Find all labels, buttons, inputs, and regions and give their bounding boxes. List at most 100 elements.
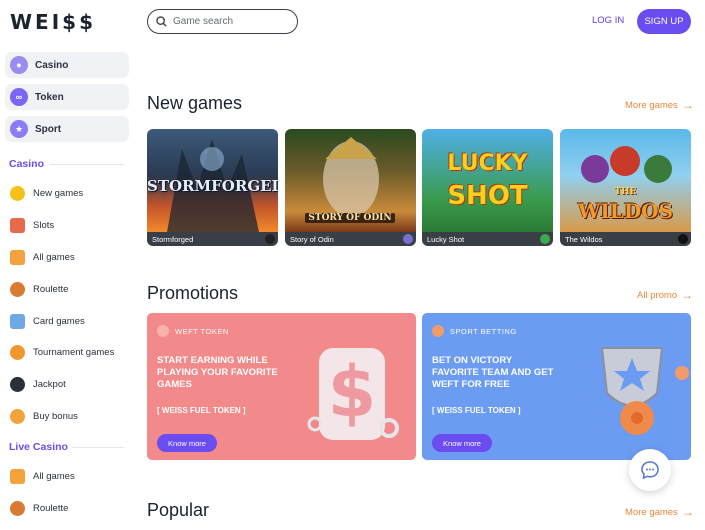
- game-art-title: LUCKY: [447, 151, 528, 176]
- promo-tag-label: WEFT TOKEN: [175, 326, 229, 336]
- game-card-stormforged[interactable]: STORMFORGED Stormforged: [147, 129, 278, 246]
- game-name: Story of Odin: [290, 234, 334, 244]
- menu-card-games[interactable]: Card games: [10, 305, 130, 337]
- popular-more-games-link[interactable]: More games →: [625, 505, 694, 519]
- nav-sport[interactable]: ★ Sport: [5, 116, 129, 142]
- casino-menu: New games Slots All games Roulette Card …: [10, 178, 130, 432]
- nav-casino-label: Casino: [35, 59, 69, 71]
- new-badge-icon: [10, 186, 25, 202]
- chat-bubble-icon: [641, 461, 659, 480]
- tournament-icon: [10, 345, 25, 361]
- provider-icon: [540, 234, 550, 244]
- game-card-the-wildos[interactable]: THE WILDOS The Wildos: [560, 129, 691, 246]
- promotions-heading: Promotions: [147, 283, 239, 303]
- more-games-label: More games: [625, 99, 678, 111]
- menu-label: Roulette: [33, 283, 69, 295]
- game-name: Stormforged: [152, 234, 194, 244]
- menu-label: Card games: [33, 315, 85, 327]
- game-thumbnail: LUCKY SHOT: [422, 129, 553, 232]
- live-menu: All games Roulette: [10, 461, 130, 525]
- search-input[interactable]: [173, 16, 283, 27]
- arrow-right-icon: →: [681, 288, 694, 302]
- trophy-icon: [600, 347, 689, 435]
- know-more-button[interactable]: Know more: [432, 434, 492, 452]
- promo-subtitle: [ WEISS FUEL TOKEN ]: [432, 406, 521, 415]
- game-thumbnail: THE WILDOS: [560, 129, 691, 232]
- login-button[interactable]: LOG IN: [592, 15, 624, 26]
- menu-label: Buy bonus: [33, 410, 78, 422]
- divider: [50, 164, 124, 165]
- game-thumbnail: STORMFORGED: [147, 129, 278, 232]
- game-card-lucky-shot[interactable]: LUCKY SHOT Lucky Shot: [422, 129, 553, 246]
- menu-label: Roulette: [33, 503, 69, 515]
- know-more-button[interactable]: Know more: [157, 434, 217, 452]
- roulette-icon: [10, 281, 25, 297]
- bomb-icon: [10, 377, 25, 393]
- live-menu-roulette[interactable]: Roulette: [10, 493, 130, 525]
- top-nav: ● Casino ∞ Token ★ Sport: [5, 52, 129, 148]
- signup-button[interactable]: SIGN UP: [637, 9, 691, 34]
- more-games-link[interactable]: More games →: [625, 98, 694, 112]
- trophy-icon: ★: [10, 120, 28, 138]
- game-art-title: SHOT: [447, 181, 528, 211]
- live-casino-section-title: Live Casino: [9, 441, 68, 453]
- dollar-coin-icon: $: [307, 348, 399, 440]
- game-thumbnail: STORY OF ODIN: [285, 129, 416, 232]
- weiss-logo[interactable]: WEI$$: [10, 10, 96, 34]
- promo-headline: START EARNING WHILE PLAYING YOUR FAVORIT…: [157, 355, 278, 390]
- search-box[interactable]: [147, 9, 298, 34]
- slot-machine-icon: [10, 218, 25, 234]
- all-promo-link[interactable]: All promo →: [637, 288, 693, 302]
- search-icon: [156, 16, 167, 27]
- token-icon: [157, 325, 169, 337]
- menu-label: Slots: [33, 220, 55, 232]
- svg-text:$: $: [328, 351, 377, 433]
- dice-icon: [10, 469, 25, 485]
- live-menu-all-games[interactable]: All games: [10, 461, 130, 493]
- new-games-heading: New games: [147, 93, 243, 113]
- dice-icon: [10, 249, 25, 265]
- menu-tournament-games[interactable]: Tournament games: [10, 337, 130, 369]
- divider: [72, 447, 124, 448]
- game-art-title: STORY OF ODIN: [305, 213, 395, 223]
- menu-slots[interactable]: Slots: [10, 210, 130, 242]
- game-name-bar: Stormforged: [147, 232, 278, 246]
- casino-section-title: Casino: [9, 158, 45, 170]
- ball-icon: [432, 325, 444, 337]
- promo-card-sport-betting[interactable]: SPORT BETTING BET ON VICTORY FAVORITE TE…: [422, 313, 691, 460]
- menu-label: Tournament games: [33, 347, 115, 359]
- game-art-title: THE: [614, 187, 637, 197]
- game-name-bar: Story of Odin: [285, 232, 416, 246]
- bonus-icon: [10, 408, 25, 424]
- nav-sport-label: Sport: [35, 123, 62, 135]
- popular-heading: Popular: [147, 500, 210, 520]
- more-games-label: More games: [625, 506, 678, 518]
- menu-label: All games: [33, 251, 75, 263]
- game-name: Lucky Shot: [427, 234, 465, 244]
- menu-label: All games: [33, 471, 75, 483]
- arrow-right-icon: →: [681, 98, 694, 112]
- menu-new-games[interactable]: New games: [10, 178, 130, 210]
- menu-jackpot[interactable]: Jackpot: [10, 369, 130, 401]
- promo-headline: BET ON VICTORY FAVORITE TEAM AND GET WEF…: [432, 355, 554, 390]
- promo-tag-label: SPORT BETTING: [450, 326, 517, 336]
- game-art-title: STORMFORGED: [147, 177, 278, 195]
- nav-casino[interactable]: ● Casino: [5, 52, 129, 78]
- game-name-bar: The Wildos: [560, 232, 691, 246]
- promo-tag: WEFT TOKEN: [157, 325, 229, 337]
- provider-icon: [265, 234, 275, 244]
- game-name-bar: Lucky Shot: [422, 232, 553, 246]
- roulette-icon: [10, 501, 25, 517]
- game-card-story-of-odin[interactable]: STORY OF ODIN Story of Odin: [285, 129, 416, 246]
- game-name: The Wildos: [565, 234, 603, 244]
- provider-icon: [678, 234, 688, 244]
- chat-button[interactable]: [629, 449, 671, 491]
- promo-card-weft-token[interactable]: WEFT TOKEN START EARNING WHILE PLAYING Y…: [147, 313, 416, 460]
- nav-token[interactable]: ∞ Token: [5, 84, 129, 110]
- menu-buy-bonus[interactable]: Buy bonus: [10, 401, 130, 433]
- menu-label: Jackpot: [33, 379, 66, 391]
- arrow-right-icon: →: [681, 505, 694, 519]
- menu-roulette[interactable]: Roulette: [10, 273, 130, 305]
- menu-all-games[interactable]: All games: [10, 242, 130, 274]
- all-promo-label: All promo: [637, 289, 678, 301]
